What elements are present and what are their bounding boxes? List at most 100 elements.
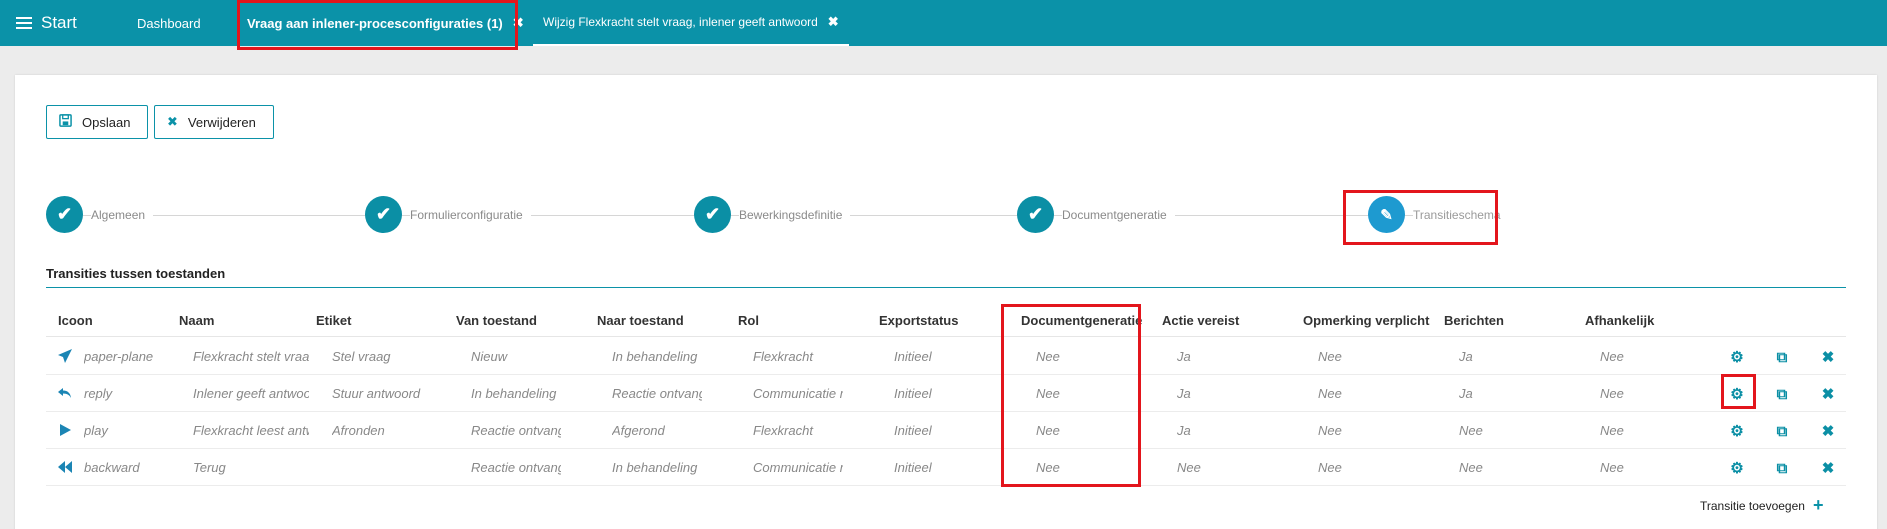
tab-dashboard[interactable]: Dashboard [137,0,201,46]
copy-icon[interactable]: ⧉ [1772,384,1792,404]
cell-exportstatus: Initieel [894,349,932,364]
close-icon[interactable]: ✖ [513,15,524,31]
save-button[interactable]: Opslaan [46,105,148,139]
copy-icon[interactable]: ⧉ [1772,347,1792,367]
cell-afhankelijk: Nee [1600,423,1624,438]
tab-vraag-procesconfiguraties[interactable]: Vraag aan inlener-procesconfiguraties (1… [247,0,524,46]
step-formulierconfiguratie[interactable]: ✔ Formulierconfiguratie [365,196,531,233]
delete-row-icon[interactable]: ✖ [1818,421,1838,441]
column-header-actie-vereist[interactable]: Actie vereist [1162,313,1239,328]
step-label: Transitieschema [1413,207,1509,222]
cell-icoon: backward [84,460,140,475]
copy-icon[interactable]: ⧉ [1772,421,1792,441]
cell-opmerking-verplicht: Nee [1318,386,1342,401]
configure-gears-icon[interactable]: ⚙ [1727,458,1747,478]
delete-button[interactable]: ✖ Verwijderen [154,105,274,139]
cell-opmerking-verplicht: Nee [1318,349,1342,364]
top-navigation-bar: Start Dashboard Vraag aan inlener-proces… [0,0,1887,46]
copy-icon[interactable]: ⧉ [1772,458,1792,478]
column-header-icoon[interactable]: Icoon [58,313,93,328]
play-icon [56,421,74,439]
cell-icoon: play [84,423,108,438]
table-row[interactable]: reply Inlener geeft antwoord Stuur antwo… [46,375,1846,412]
step-bewerkingsdefinitie[interactable]: ✔ Bewerkingsdefinitie [694,196,851,233]
backward-icon [56,458,74,476]
step-label: Formulierconfiguratie [410,207,531,222]
cell-van-toestand: Reactie ontvangen [471,423,561,438]
cell-afhankelijk: Nee [1600,386,1624,401]
column-header-berichten[interactable]: Berichten [1444,313,1504,328]
step-transitieschema[interactable]: ✎ Transitieschema [1368,196,1509,233]
step-documentgeneratie[interactable]: ✔ Documentgeneratie [1017,196,1175,233]
cell-naar-toestand: In behandeling [612,349,698,364]
column-header-naam[interactable]: Naam [179,313,214,328]
close-icon[interactable]: ✖ [828,14,839,30]
cell-documentgeneratie: Nee [1036,460,1060,475]
check-icon: ✔ [46,196,83,233]
step-label: Bewerkingsdefinitie [739,207,851,222]
cell-rol: Communicatie medewerker [753,460,843,475]
delete-label: Verwijderen [187,114,256,130]
delete-row-icon[interactable]: ✖ [1818,384,1838,404]
cell-naar-toestand: In behandeling [612,460,698,475]
table-row[interactable]: backward Terug Reactie ontvangen In beha… [46,449,1846,486]
cell-opmerking-verplicht: Nee [1318,423,1342,438]
cell-actie-vereist: Ja [1177,386,1191,401]
cell-documentgeneratie: Nee [1036,386,1060,401]
column-header-etiket[interactable]: Etiket [316,313,351,328]
tab-label: Dashboard [137,15,201,31]
cell-etiket: Stel vraag [332,349,391,364]
tab-label: Vraag aan inlener-procesconfiguraties (1… [247,15,503,31]
column-header-van-toestand[interactable]: Van toestand [456,313,537,328]
column-header-naar-toestand[interactable]: Naar toestand [597,313,684,328]
configure-gears-icon[interactable]: ⚙ [1727,421,1747,441]
table-header: Icoon Naam Etiket Van toestand Naar toes… [46,301,1846,337]
tab-label: Wijzig Flexkracht stelt vraag, inlener g… [543,15,818,29]
cell-exportstatus: Initieel [894,386,932,401]
configure-gears-icon[interactable]: ⚙ [1727,347,1747,367]
column-header-rol[interactable]: Rol [738,313,759,328]
cell-etiket: Stuur antwoord [332,386,421,401]
cell-afhankelijk: Nee [1600,349,1624,364]
configure-gears-icon[interactable]: ⚙ [1727,384,1747,404]
column-header-opmerking-verplicht[interactable]: Opmerking verplicht [1303,313,1429,328]
table-row[interactable]: paper-plane Flexkracht stelt vraag Stel … [46,338,1846,375]
delete-row-icon[interactable]: ✖ [1818,458,1838,478]
cell-opmerking-verplicht: Nee [1318,460,1342,475]
cell-afhankelijk: Nee [1600,460,1624,475]
cell-naar-toestand: Afgerond [612,423,665,438]
cell-exportstatus: Initieel [894,423,932,438]
delete-row-icon[interactable]: ✖ [1818,347,1838,367]
cell-documentgeneratie: Nee [1036,423,1060,438]
tab-wijzig-transitie[interactable]: Wijzig Flexkracht stelt vraag, inlener g… [533,0,849,46]
save-label: Opslaan [82,114,131,130]
close-icon: ✖ [167,114,178,129]
section-divider [46,287,1846,288]
hamburger-menu-icon [16,17,32,29]
step-label: Algemeen [91,207,154,222]
cell-berichten: Ja [1459,386,1473,401]
cell-van-toestand: In behandeling [471,386,557,401]
cell-exportstatus: Initieel [894,460,932,475]
cell-rol: Communicatie medewerker [753,386,843,401]
cell-naar-toestand: Reactie ontvangen [612,386,702,401]
check-icon: ✔ [1017,196,1054,233]
step-algemeen[interactable]: ✔ Algemeen [46,196,154,233]
cell-berichten: Nee [1459,423,1483,438]
reply-icon [56,384,74,402]
start-label: Start [41,13,77,32]
content-card: Opslaan ✖ Verwijderen ✔ Algemeen ✔ Formu… [15,75,1877,529]
column-header-afhankelijk[interactable]: Afhankelijk [1585,313,1654,328]
column-header-exportstatus[interactable]: Exportstatus [879,313,958,328]
add-transition-label: Transitie toevoegen [1700,498,1805,513]
table-row[interactable]: play Flexkracht leest antwoord Afronden … [46,412,1846,449]
add-transition-button[interactable]: Transitie toevoegen + [1700,495,1823,516]
cell-actie-vereist: Ja [1177,349,1191,364]
cell-van-toestand: Reactie ontvangen [471,460,561,475]
start-menu-button[interactable]: Start [16,0,77,46]
cell-naam: Flexkracht leest antwoord [193,423,309,438]
cell-rol: Flexkracht [753,423,813,438]
column-header-documentgeneratie[interactable]: Documentgeneratie [1021,313,1142,328]
cell-rol: Flexkracht [753,349,813,364]
cell-icoon: paper-plane [84,349,154,364]
